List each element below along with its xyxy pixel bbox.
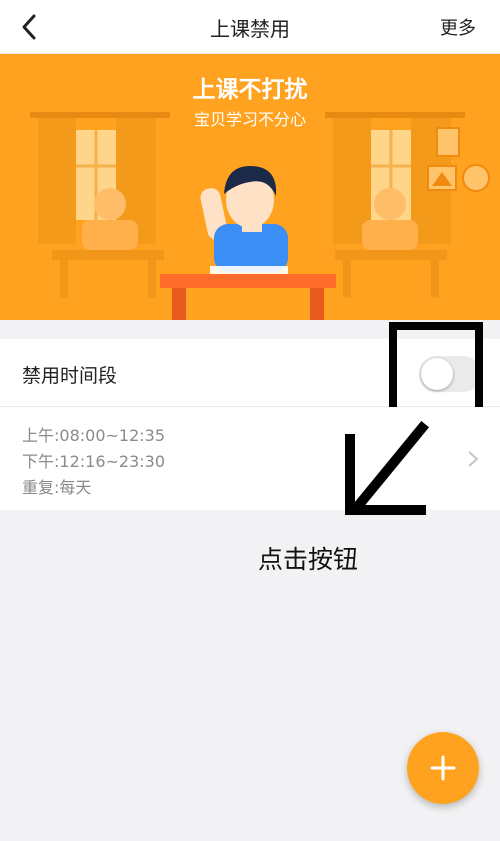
schedule-repeat: 重复:每天 — [22, 478, 92, 497]
annotation-arrow-icon — [345, 420, 430, 515]
disable-period-label: 禁用时间段 — [22, 365, 118, 387]
schedule-morning: 上午:08:00~12:35 — [22, 426, 166, 445]
schedule-afternoon: 下午:12:16~23:30 — [22, 452, 166, 471]
annotation-highlight-box — [389, 322, 483, 419]
add-button[interactable] — [407, 732, 479, 804]
annotation-text: 点击按钮 — [258, 545, 359, 574]
top-nav-bar: 上课禁用 更多 — [0, 0, 500, 54]
chevron-right-icon — [468, 451, 479, 467]
banner-title: 上课不打扰 — [192, 77, 308, 103]
more-button[interactable]: 更多 — [440, 14, 476, 40]
hero-banner: 上课不打扰 宝贝学习不分心 — [0, 54, 500, 320]
plus-icon — [430, 755, 456, 781]
banner-subtitle: 宝贝学习不分心 — [193, 110, 306, 129]
page-title: 上课禁用 — [210, 17, 290, 41]
